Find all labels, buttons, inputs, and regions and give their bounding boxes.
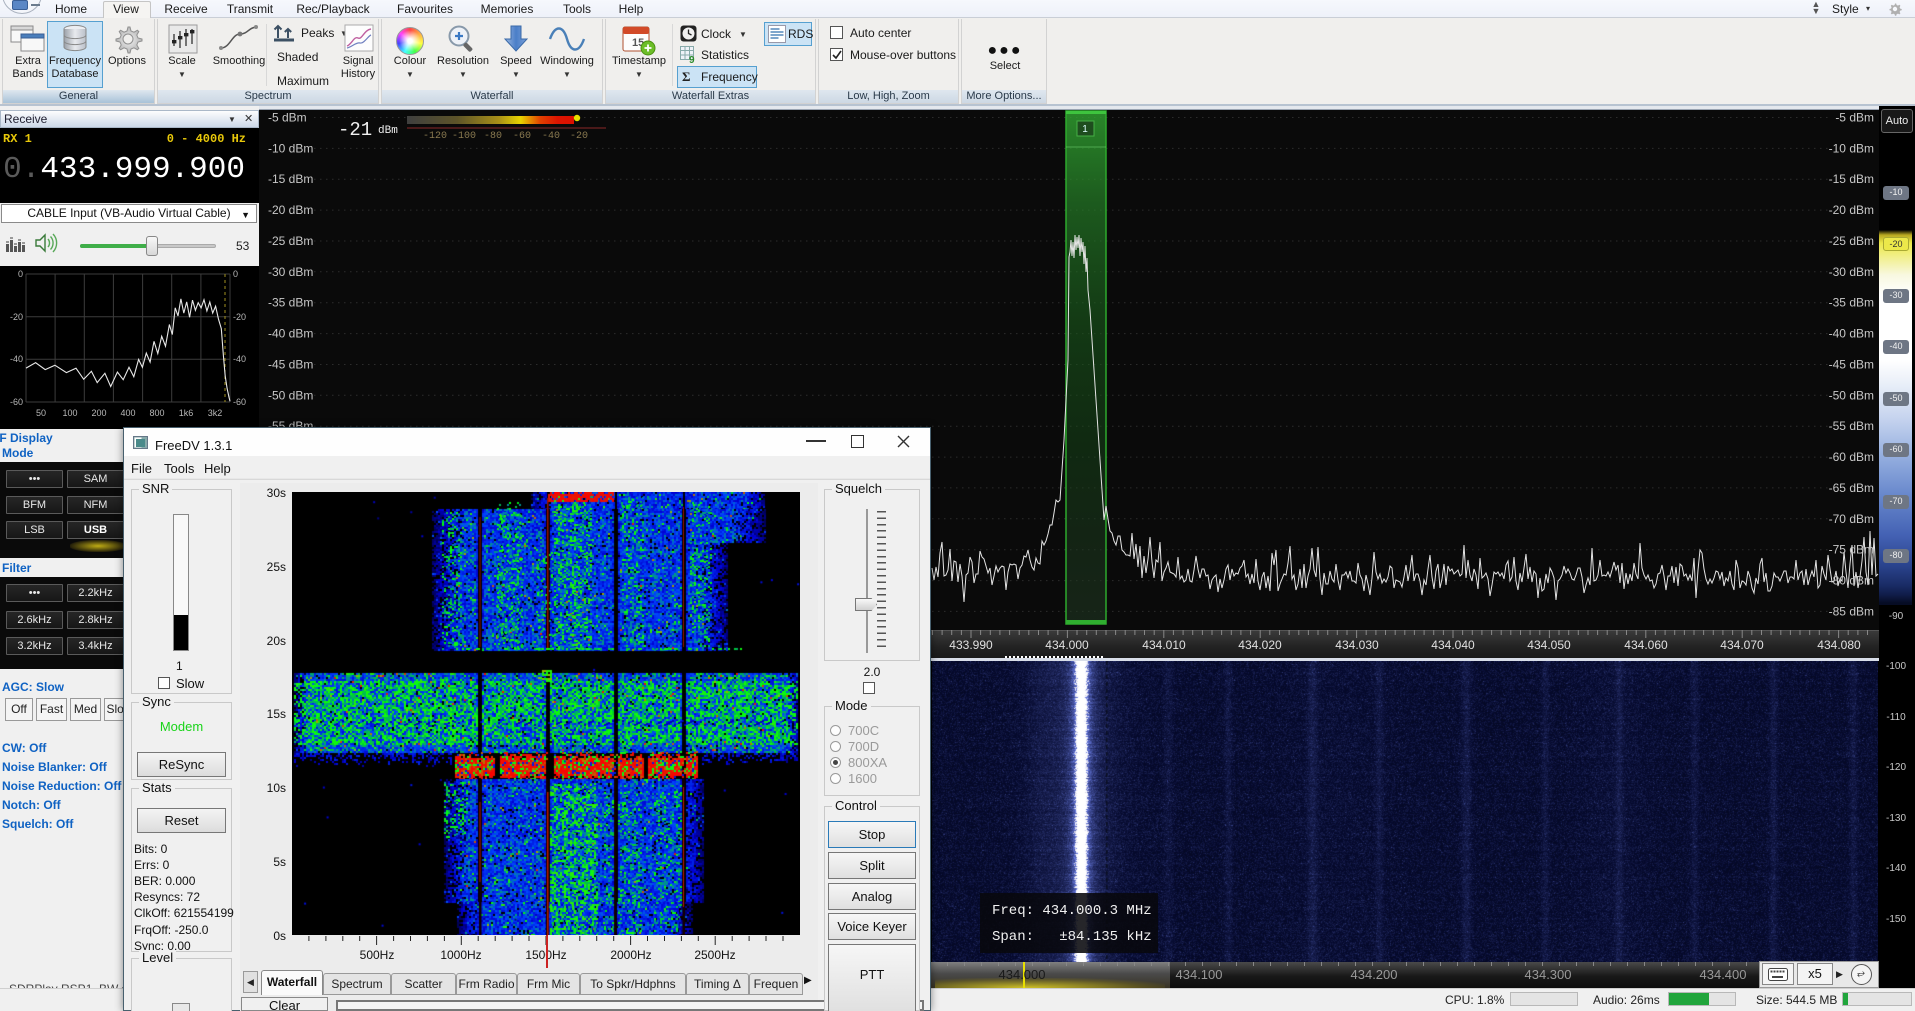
svg-text:-60 dBm: -60 dBm	[1829, 450, 1874, 464]
svg-text:434.000: 434.000	[1045, 638, 1089, 652]
svg-text:-20: -20	[570, 131, 588, 142]
svg-text:-20: -20	[233, 312, 246, 322]
svg-text:-30 dBm: -30 dBm	[1829, 265, 1874, 279]
svg-text:dBm: dBm	[378, 125, 398, 137]
svg-text:434.040: 434.040	[1431, 638, 1475, 652]
svg-text:-40: -40	[233, 354, 246, 364]
svg-text:200: 200	[91, 408, 106, 418]
svg-text:-55 dBm: -55 dBm	[1829, 419, 1874, 433]
svg-text:-80 dBm: -80 dBm	[1829, 574, 1874, 588]
svg-text:400: 400	[120, 408, 135, 418]
svg-text:-30 dBm: -30 dBm	[268, 265, 313, 279]
svg-text:-20: -20	[10, 312, 23, 322]
svg-text:-60: -60	[513, 131, 531, 142]
svg-text:-40: -40	[10, 354, 23, 364]
svg-text:434.070: 434.070	[1720, 638, 1764, 652]
svg-text:-5 dBm: -5 dBm	[1835, 111, 1874, 125]
svg-text:-10 dBm: -10 dBm	[268, 141, 313, 155]
svg-text:-45 dBm: -45 dBm	[1829, 358, 1874, 372]
svg-text:-35 dBm: -35 dBm	[268, 296, 313, 310]
svg-text:9: 9	[689, 55, 695, 64]
svg-text:434.060: 434.060	[1624, 638, 1668, 652]
svg-text:-80: -80	[484, 131, 502, 142]
svg-text:-20 dBm: -20 dBm	[1829, 203, 1874, 217]
svg-text:3k2: 3k2	[208, 408, 223, 418]
svg-text:50: 50	[36, 408, 46, 418]
svg-text:434.080: 434.080	[1817, 638, 1861, 652]
svg-text:-5 dBm: -5 dBm	[268, 111, 307, 125]
svg-text:-50 dBm: -50 dBm	[1829, 388, 1874, 402]
svg-text:-85 dBm: -85 dBm	[1829, 604, 1874, 618]
svg-text:-40: -40	[542, 131, 560, 142]
svg-text:-25 dBm: -25 dBm	[1829, 234, 1874, 248]
svg-text:-60: -60	[10, 397, 23, 407]
svg-text:0: 0	[18, 269, 23, 279]
svg-text:100: 100	[62, 408, 77, 418]
svg-text:-65 dBm: -65 dBm	[1829, 481, 1874, 495]
svg-text:-20 dBm: -20 dBm	[268, 203, 313, 217]
svg-text:434.010: 434.010	[1142, 638, 1186, 652]
svg-text:800: 800	[149, 408, 164, 418]
svg-text:-45 dBm: -45 dBm	[268, 358, 313, 372]
svg-text:-50 dBm: -50 dBm	[268, 388, 313, 402]
svg-text:434.020: 434.020	[1238, 638, 1282, 652]
svg-text:-15 dBm: -15 dBm	[268, 172, 313, 186]
svg-text:1: 1	[1082, 124, 1088, 135]
svg-text:-10 dBm: -10 dBm	[1829, 141, 1874, 155]
svg-text:0: 0	[233, 269, 238, 279]
svg-text:1k6: 1k6	[179, 408, 194, 418]
svg-text:-120: -120	[423, 131, 447, 142]
svg-text:434.030: 434.030	[1335, 638, 1379, 652]
svg-text:-35 dBm: -35 dBm	[1829, 296, 1874, 310]
svg-text:-40 dBm: -40 dBm	[1829, 327, 1874, 341]
svg-text:-75 dBm: -75 dBm	[1829, 543, 1874, 557]
svg-text:-15 dBm: -15 dBm	[1829, 172, 1874, 186]
svg-text:-60: -60	[233, 397, 246, 407]
svg-text:434.050: 434.050	[1527, 638, 1571, 652]
svg-text:-25 dBm: -25 dBm	[268, 234, 313, 248]
svg-text:433.990: 433.990	[949, 638, 993, 652]
svg-text:-21: -21	[338, 119, 372, 141]
svg-text:-100: -100	[452, 131, 476, 142]
svg-text:-70 dBm: -70 dBm	[1829, 512, 1874, 526]
svg-text:-40 dBm: -40 dBm	[268, 327, 313, 341]
